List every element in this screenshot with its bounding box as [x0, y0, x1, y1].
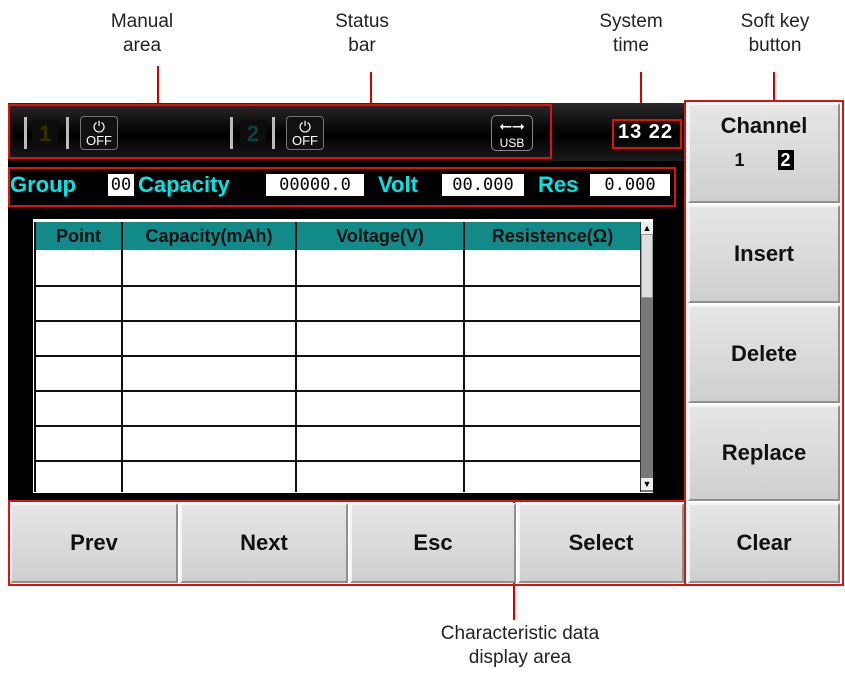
column-header-point: Point: [36, 222, 121, 250]
scroll-up-icon[interactable]: ▲: [641, 222, 653, 234]
table-row: [36, 460, 640, 462]
column-divider: [463, 222, 465, 492]
characteristic-data-table[interactable]: Point Capacity(mAh) Voltage(V) Resistenc…: [33, 219, 653, 493]
annotation-status-bar: [8, 104, 552, 159]
column-header-voltage: Voltage(V): [297, 222, 463, 250]
column-divider: [121, 222, 123, 492]
column-header-capacity: Capacity(mAh): [123, 222, 295, 250]
table-row: [36, 390, 640, 392]
annotation-manual-area: [8, 167, 676, 207]
callout-characteristic-area: Characteristic data display area: [440, 623, 600, 668]
annotation-bottom-keys: [8, 500, 686, 586]
table-row: [36, 355, 640, 357]
table-border: [34, 222, 36, 492]
table-scrollbar[interactable]: ▲ ▼: [640, 222, 653, 492]
scroll-thumb[interactable]: [641, 234, 653, 298]
table-row: [36, 285, 640, 287]
callout-status-bar: Status bar: [335, 11, 389, 56]
scroll-down-icon[interactable]: ▼: [641, 478, 653, 490]
callout-manual-area: Manual area: [110, 11, 174, 56]
column-divider: [295, 222, 297, 492]
annotation-soft-keys: [684, 100, 844, 586]
table-row: [36, 320, 640, 322]
callout-soft-key-button: Soft key button: [740, 11, 810, 56]
leader-status: [370, 72, 372, 104]
annotation-system-time: [612, 119, 682, 149]
callout-system-time: System time: [599, 11, 663, 56]
leader-softkey: [773, 72, 775, 102]
table-row: [36, 425, 640, 427]
column-header-resistence: Resistence(Ω): [465, 222, 640, 250]
